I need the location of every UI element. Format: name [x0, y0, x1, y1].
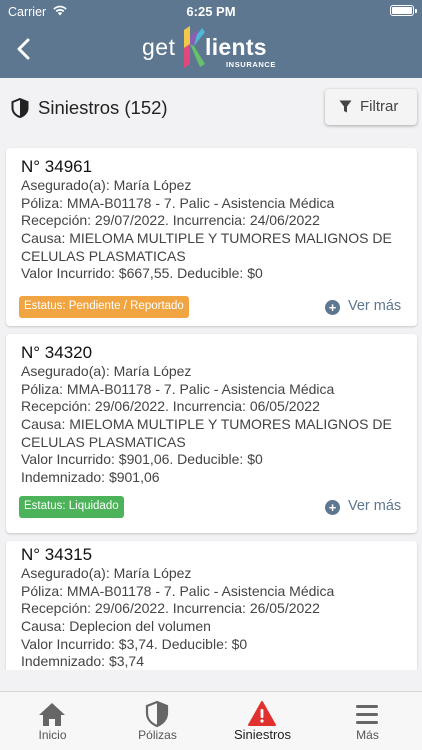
tab-siniestros[interactable]: Siniestros [210, 692, 315, 750]
logo-text-get: get [142, 34, 176, 60]
claim-cause-cont: CELULAS PLASMATICAS [21, 248, 186, 264]
shield-icon [145, 700, 169, 728]
claim-indemnified: Indemnizado: $901,06 [21, 469, 160, 485]
logo-subtitle: INSURANCE [226, 60, 276, 69]
tab-label: Más [356, 728, 379, 742]
menu-icon [356, 705, 378, 724]
plus-circle-icon: + [325, 300, 340, 315]
claim-number: N° 34961 [21, 157, 93, 176]
logo-text-lients: lients [205, 34, 267, 60]
tab-inicio[interactable]: Inicio [0, 692, 105, 750]
funnel-icon [339, 100, 352, 113]
warning-icon [248, 701, 276, 726]
claim-card[interactable]: N° 34320 Asegurado(a): María López Póliz… [6, 334, 417, 533]
page-title: Siniestros (152) [38, 97, 168, 118]
claim-dates: Recepción: 29/07/2022. Incurrencia: 24/0… [21, 212, 320, 228]
back-button[interactable] [10, 33, 40, 65]
view-more-label: Ver más [348, 498, 402, 514]
filter-button-label: Filtrar [360, 98, 399, 115]
claim-card[interactable]: N° 34315 Asegurado(a): María López Póliz… [6, 541, 417, 670]
claim-number: N° 34320 [21, 343, 93, 362]
battery-icon [390, 5, 417, 16]
getklients-logo: get lients INSURANCE [140, 26, 290, 72]
claim-cause: Causa: MIELOMA MULTIPLE Y TUMORES MALIGN… [21, 230, 392, 246]
status-badge: Estatus: Liquidado [19, 496, 124, 518]
home-icon [39, 703, 65, 726]
claim-cause: Causa: Deplecion del volumen [21, 618, 211, 634]
tab-label: Inicio [38, 728, 67, 742]
tab-polizas[interactable]: Pólizas [105, 692, 210, 750]
clock: 6:25 PM [186, 4, 236, 19]
claims-list[interactable]: N° 34961 Asegurado(a): María López Póliz… [0, 142, 422, 670]
claim-dates: Recepción: 29/06/2022. Incurrencia: 06/0… [21, 398, 320, 414]
view-more-link[interactable]: + Ver más [325, 498, 403, 518]
tab-label: Pólizas [138, 728, 177, 742]
view-more-link[interactable]: + Ver más [325, 298, 403, 318]
claim-cause-cont: CELULAS PLASMATICAS [21, 434, 186, 450]
claim-policy: Póliza: MMA-B01178 - 7. Palic - Asistenc… [21, 381, 335, 397]
chevron-left-icon [17, 38, 30, 60]
view-more-label: Ver más [348, 298, 402, 314]
claim-number: N° 34315 [21, 545, 93, 564]
claim-dates: Recepción: 29/06/2022. Incurrencia: 26/0… [21, 600, 320, 616]
claim-card[interactable]: N° 34961 Asegurado(a): María López Póliz… [6, 148, 417, 326]
shield-icon [11, 98, 29, 118]
tab-mas[interactable]: Más [315, 692, 420, 750]
plus-circle-icon: + [325, 500, 340, 515]
claim-policy: Póliza: MMA-B01178 - 7. Palic - Asistenc… [21, 583, 335, 599]
claim-policy: Póliza: MMA-B01178 - 7. Palic - Asistenc… [21, 195, 335, 211]
tab-label: Siniestros [233, 727, 292, 742]
filter-button[interactable]: Filtrar [325, 89, 417, 125]
logo-k-mark [184, 26, 205, 68]
tab-bar: Inicio Pólizas Siniestros Más [0, 691, 422, 750]
claim-insured: Asegurado(a): María López [21, 177, 192, 193]
claim-insured: Asegurado(a): María López [21, 565, 192, 581]
claim-amounts: Valor Incurrido: $901,06. Deducible: $0 [21, 451, 263, 467]
status-badge: Estatus: Pendiente / Reportado [19, 296, 189, 318]
claim-insured: Asegurado(a): María López [21, 363, 192, 379]
status-bar: Carrier 6:25 PM [0, 0, 422, 22]
page-title-row: Siniestros (152) Filtrar [0, 86, 422, 130]
claim-amounts: Valor Incurrido: $3,74. Deducible: $0 [21, 636, 248, 652]
claim-cause: Causa: MIELOMA MULTIPLE Y TUMORES MALIGN… [21, 416, 392, 432]
claim-indemnified: Indemnizado: $3,74 [21, 653, 144, 669]
claim-amounts: Valor Incurrido: $667,55. Deducible: $0 [21, 265, 263, 281]
app-header: Carrier 6:25 PM get lients INSURANCE [0, 0, 422, 78]
